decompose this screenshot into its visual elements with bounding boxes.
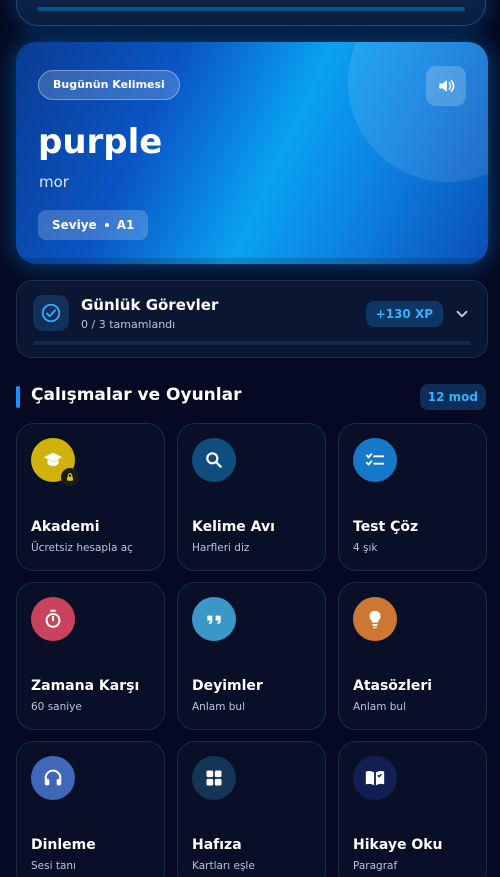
grid-icon [192,756,236,800]
tile-dinleme[interactable]: Dinleme Sesi tanı [16,741,165,877]
speaker-icon [439,80,455,92]
lock-icon [61,468,79,486]
tile-hikaye-oku[interactable]: Hikaye Oku Paragraf [338,741,487,877]
tile-title: Akademi [31,519,100,535]
word-text: purple [38,122,163,162]
tile-title: Test Çöz [353,519,419,535]
level-label: Seviye [52,218,97,232]
tile-zamana-karsi[interactable]: Zamana Karşı 60 saniye [16,582,165,730]
tile-title: Atasözleri [353,678,433,694]
word-meaning: mor [39,173,69,191]
lightbulb-icon [353,597,397,641]
tile-title: Dinleme [31,837,96,853]
daily-tasks-title: Günlük Görevler [81,296,219,314]
check-circle-icon [33,295,69,331]
headphones-icon [31,756,75,800]
tile-subtitle: Kartları eşle [192,860,255,872]
tile-title: Kelime Avı [192,519,275,535]
tile-subtitle: Ücretsiz hesapla aç [31,542,133,554]
section-accent [16,386,20,408]
level-badge: Seviye A1 [38,210,149,240]
tile-title: Hikaye Oku [353,837,443,853]
tile-title: Deyimler [192,678,263,694]
word-of-the-day-card[interactable]: Bugünün Kelimesi purple mor Seviye A1 [16,42,488,264]
tile-title: Hafıza [192,837,242,853]
book-icon [353,756,397,800]
tile-subtitle: 60 saniye [31,701,82,713]
stopwatch-icon [31,597,75,641]
quote-icon [192,597,236,641]
tile-atasozleri[interactable]: Atasözleri Anlam bul [338,582,487,730]
level-value: A1 [116,218,135,232]
tile-subtitle: Anlam bul [353,701,406,713]
separator-dot [104,223,109,227]
graduation-cap-icon [31,438,79,486]
tile-subtitle: Paragraf [353,860,398,872]
tile-subtitle: 4 şık [353,542,378,554]
checklist-icon [353,438,397,482]
xp-badge: +130 XP [365,301,443,327]
daily-tasks-progress-bar [33,341,471,345]
tile-subtitle: Sesi tanı [31,860,76,872]
tile-akademi[interactable]: Akademi Ücretsiz hesapla aç [16,423,165,571]
tile-title: Zamana Karşı [31,678,140,694]
tile-subtitle: Harfleri diz [192,542,250,554]
tile-subtitle: Anlam bul [192,701,245,713]
top-panel-edge [16,0,486,26]
chevron-down-icon[interactable] [453,305,471,323]
tile-test-coz[interactable]: Test Çöz 4 şık [338,423,487,571]
daily-tasks-card[interactable]: Günlük Görevler 0 / 3 tamamlandı +130 XP [16,280,488,358]
section-title: Çalışmalar ve Oyunlar [31,385,242,405]
daily-tasks-progress-text: 0 / 3 tamamlandı [81,318,176,331]
word-of-the-day-badge: Bugünün Kelimesi [38,70,180,100]
search-icon [192,438,236,482]
pronounce-button[interactable] [426,66,466,106]
tile-kelime-avi[interactable]: Kelime Avı Harfleri diz [177,423,326,571]
tile-deyimler[interactable]: Deyimler Anlam bul [177,582,326,730]
tile-hafiza[interactable]: Hafıza Kartları eşle [177,741,326,877]
mode-count-badge: 12 mod [419,384,486,410]
